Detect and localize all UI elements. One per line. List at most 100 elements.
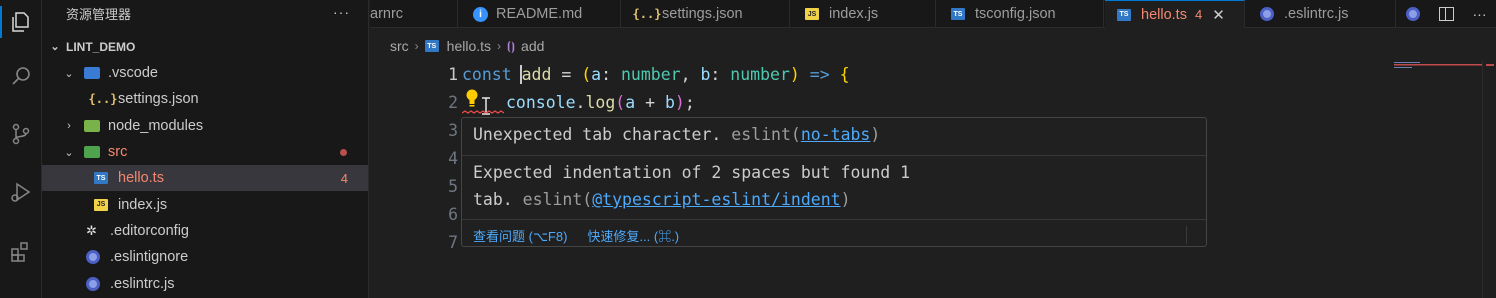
- info-icon: i: [473, 6, 488, 22]
- explorer-icon[interactable]: [0, 2, 42, 42]
- code-line: 2 console.log(a + b);: [370, 89, 1370, 117]
- problem-count-badge: 4: [340, 170, 348, 186]
- diagnostic-message: Expected indentation of 2 spaces but fou…: [473, 163, 911, 182]
- close-icon[interactable]: ✕: [1212, 6, 1225, 24]
- error-dot-icon: [340, 148, 347, 156]
- tab-label: README.md: [496, 6, 583, 22]
- view-problem-link[interactable]: 查看问题 (⌥F8): [473, 226, 567, 245]
- eslint-icon: [86, 276, 100, 291]
- breadcrumb-file[interactable]: hello.ts: [447, 38, 491, 54]
- chevron-right-icon: ›: [67, 119, 71, 132]
- explorer-sidebar: 资源管理器 ··· ⌄ LINT_DEMO ⌄ .vscode {..} set…: [42, 0, 369, 298]
- more-actions-icon[interactable]: ···: [333, 4, 350, 20]
- vertical-scrollbar[interactable]: [1482, 60, 1496, 298]
- sidebar-title: 资源管理器: [66, 7, 132, 22]
- more-actions-icon[interactable]: ···: [1473, 6, 1487, 22]
- editor-actions: ···: [1396, 0, 1496, 28]
- javascript-file-icon: JS: [805, 8, 819, 20]
- src-folder-icon: [84, 146, 100, 159]
- tree-item-label: src: [108, 144, 128, 161]
- vscode-folder-icon: [84, 67, 100, 80]
- search-icon[interactable]: [0, 56, 42, 96]
- tree-item-vscode[interactable]: ⌄ .vscode: [42, 60, 368, 86]
- chevron-down-icon: ⌄: [64, 146, 74, 159]
- line-number: 2: [448, 93, 458, 112]
- diagnostic-hover: Unexpected tab character. eslint(no-tabs…: [461, 117, 1207, 247]
- diagnostic-message: Unexpected tab character. eslint(no-tabs…: [473, 125, 881, 144]
- tab-readme[interactable]: i README.md: [459, 0, 621, 28]
- tree-item-eslintignore[interactable]: .eslintignore: [42, 244, 368, 270]
- node-folder-icon: [84, 119, 100, 132]
- sidebar-header: 资源管理器 ···: [42, 0, 368, 27]
- diagnostic-message-continued: tab. eslint(@typescript-eslint/indent): [473, 190, 851, 209]
- typescript-file-icon: TS: [94, 172, 108, 185]
- typescript-file-icon: TS: [1117, 8, 1131, 21]
- line-number: 3: [448, 121, 458, 140]
- workspace-title: LINT_DEMO: [66, 39, 136, 54]
- javascript-file-icon: JS: [94, 198, 108, 211]
- tab-label: tsconfig.json: [975, 6, 1056, 22]
- typescript-file-icon: TS: [424, 40, 439, 52]
- resize-handle[interactable]: [1186, 226, 1204, 244]
- tab-label: .eslintrc.js: [1284, 6, 1349, 22]
- tree-item-label: hello.ts: [118, 170, 164, 187]
- divider: [462, 155, 1206, 156]
- tab-arnrc[interactable]: arnrc: [370, 0, 458, 28]
- chevron-down-icon: ⌄: [64, 67, 74, 80]
- tab-label: settings.json: [662, 6, 743, 22]
- tree-item-label: settings.json: [118, 91, 199, 108]
- tab-eslintrc[interactable]: .eslintrc.js: [1246, 0, 1396, 28]
- json-file-icon: {..}: [88, 92, 118, 107]
- line-number: 1: [448, 65, 458, 84]
- eslint-status-icon[interactable]: [1405, 7, 1420, 21]
- source-control-icon[interactable]: [0, 114, 42, 154]
- breadcrumb-folder[interactable]: src: [390, 38, 409, 54]
- tree-item-eslintrc[interactable]: .eslintrc.js: [42, 270, 368, 296]
- tree-item-label: .eslintignore: [110, 249, 189, 266]
- minimap[interactable]: [1394, 60, 1482, 70]
- tree-item-editorconfig[interactable]: ✲ .editorconfig: [42, 218, 368, 244]
- rule-link[interactable]: @typescript-eslint/indent: [592, 190, 840, 209]
- line-content: const add = (a: number, b: number) => {: [462, 65, 850, 84]
- tab-label: arnrc: [370, 6, 404, 22]
- code-line: 1 const add = (a: number, b: number) => …: [370, 61, 1370, 89]
- tab-problem-badge: 4: [1194, 7, 1203, 22]
- line-number: 5: [448, 177, 458, 196]
- tree-item-label: index.js: [118, 196, 168, 213]
- split-editor-icon[interactable]: [1438, 7, 1454, 21]
- extensions-icon[interactable]: [0, 232, 42, 272]
- workspace-section[interactable]: ⌄ LINT_DEMO: [42, 33, 368, 60]
- tree-item-index-js[interactable]: JS index.js: [42, 191, 368, 217]
- symbol-function-icon: ⦗⦘: [507, 38, 516, 53]
- chevron-right-icon: ›: [414, 39, 419, 53]
- tab-index-js[interactable]: JS index.js: [791, 0, 936, 28]
- activity-bar: [0, 0, 42, 298]
- quick-fix-link[interactable]: 快速修复... (⌘.): [587, 226, 679, 245]
- tree-item-hello-ts[interactable]: TS hello.ts 4: [42, 165, 368, 192]
- tab-hello-ts[interactable]: TS hello.ts 4 ✕: [1105, 0, 1245, 28]
- tab-settings-json[interactable]: {..} settings.json: [622, 0, 790, 28]
- tsconfig-file-icon: TS: [951, 8, 965, 20]
- tree-item-label: node_modules: [108, 117, 204, 134]
- lightbulb-icon[interactable]: [464, 88, 480, 108]
- tree-item-label: .editorconfig: [110, 222, 189, 239]
- tab-tsconfig[interactable]: TS tsconfig.json: [937, 0, 1104, 28]
- tab-label: index.js: [829, 6, 879, 22]
- json-file-icon: {..}: [632, 7, 662, 21]
- breadcrumb-symbol[interactable]: add: [521, 38, 544, 54]
- breadcrumb: src › TS hello.ts › ⦗⦘ add: [390, 38, 544, 54]
- tab-label: hello.ts: [1141, 6, 1187, 23]
- eslint-icon: [86, 250, 100, 265]
- tree-item-label: .vscode: [108, 65, 158, 82]
- run-debug-icon[interactable]: [0, 172, 42, 212]
- hover-actions: 查看问题 (⌥F8) 快速修复... (⌘.): [473, 226, 679, 245]
- tree-item-node-modules[interactable]: › node_modules: [42, 113, 368, 139]
- error-squiggle: [462, 110, 504, 114]
- tree-item-settings-json[interactable]: {..} settings.json: [42, 86, 368, 112]
- editorconfig-icon: ✲: [86, 222, 97, 238]
- line-number: 4: [448, 149, 458, 168]
- tree-item-src[interactable]: ⌄ src: [42, 139, 368, 165]
- tree-item-label: .eslintrc.js: [110, 275, 175, 292]
- rule-link[interactable]: no-tabs: [801, 125, 871, 144]
- divider: [462, 219, 1206, 220]
